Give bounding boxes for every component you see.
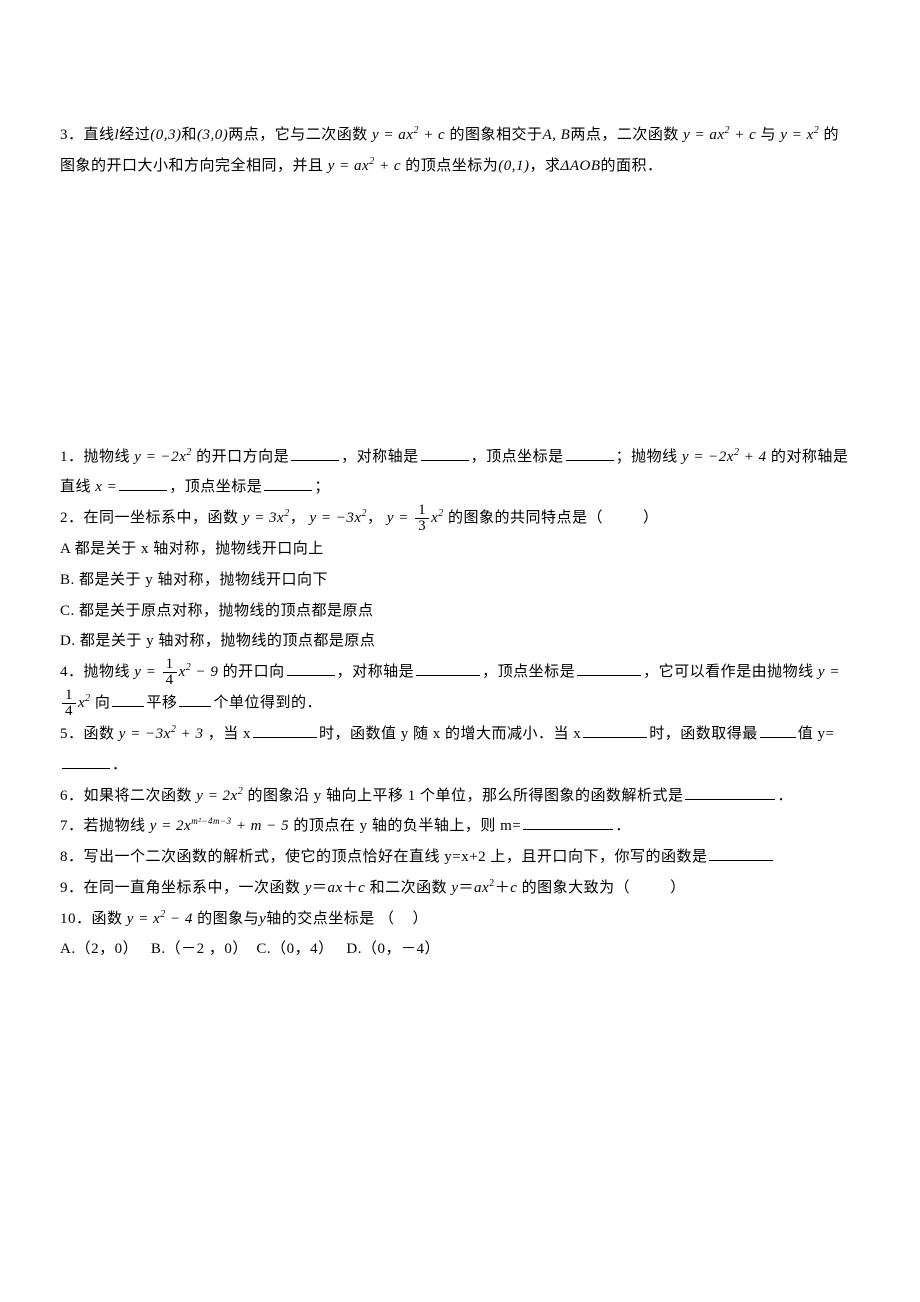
option-d[interactable]: D. 都是关于 y 轴对称，抛物线的顶点都是原点 — [60, 626, 850, 657]
section-gap — [60, 182, 850, 442]
q6-num: 6． — [60, 788, 84, 804]
fraction: 14 — [62, 688, 76, 719]
blank[interactable] — [287, 660, 335, 676]
q10-num: 10． — [60, 911, 92, 927]
eq: y = ax2 + c — [683, 127, 756, 143]
eq: y = ax2 + c — [372, 127, 445, 143]
blank[interactable] — [291, 445, 339, 461]
option-d[interactable]: D.（0，－4） — [346, 941, 440, 957]
q4-num: 4． — [60, 664, 84, 680]
question-1: 1．抛物线 y = −2x2 的开口方向是，对称轴是，顶点坐标是；抛物线 y =… — [60, 442, 850, 504]
q2-num: 2． — [60, 510, 84, 526]
option-b[interactable]: B.（－2 ，0） — [151, 941, 248, 957]
blank[interactable] — [760, 722, 796, 738]
eq: y = ax2 + c — [328, 158, 401, 174]
q8-num: 8． — [60, 849, 84, 865]
option-a[interactable]: A 都是关于 x 轴对称，抛物线开口向上 — [60, 534, 850, 565]
blank[interactable] — [112, 691, 144, 707]
question-9: 9．在同一直角坐标系中，一次函数 y＝ax＋c 和二次函数 y＝ax2＋c 的图… — [60, 873, 850, 904]
blank[interactable] — [583, 722, 647, 738]
question-8: 8．写出一个二次函数的解析式，使它的顶点恰好在直线 y=x+2 上，且开口向下，… — [60, 842, 850, 873]
blank[interactable] — [264, 475, 312, 491]
eq: y = x2 — [780, 127, 819, 143]
question-5: 5．函数 y = −3x2 + 3 ，当 x时，函数值 y 随 x 的增大而减小… — [60, 719, 850, 781]
q7-num: 7． — [60, 818, 84, 834]
blank[interactable] — [566, 445, 614, 461]
q1-num: 1． — [60, 449, 84, 465]
q3-num: 3． — [60, 127, 84, 143]
blank[interactable] — [179, 691, 211, 707]
blank[interactable] — [709, 845, 773, 861]
blank[interactable] — [577, 660, 641, 676]
q10-options: A.（2，0） B.（－2 ，0） C.（0，4） D.（0，－4） — [60, 934, 850, 965]
blank[interactable] — [523, 814, 613, 830]
question-10: 10．函数 y = x2 − 4 的图象与y轴的交点坐标是 （） — [60, 904, 850, 935]
question-6: 6．如果将二次函数 y = 2x2 的图象沿 y 轴向上平移 1 个单位，那么所… — [60, 781, 850, 812]
option-b[interactable]: B. 都是关于 y 轴对称，抛物线开口向下 — [60, 565, 850, 596]
fraction: 13 — [415, 503, 429, 534]
q9-num: 9． — [60, 880, 84, 896]
option-a[interactable]: A.（2，0） — [60, 941, 138, 957]
question-7: 7．若抛物线 y = 2xm²−4m−3 + m − 5 的顶点在 y 轴的负半… — [60, 811, 850, 842]
question-2: 2．在同一坐标系中，函数 y = 3x2， y = −3x2， y = 13x2… — [60, 503, 850, 534]
blank[interactable] — [685, 784, 775, 800]
blank[interactable] — [421, 445, 469, 461]
option-c[interactable]: C.（0，4） — [256, 941, 333, 957]
option-c[interactable]: C. 都是关于原点对称，抛物线的顶点都是原点 — [60, 596, 850, 627]
blank[interactable] — [62, 753, 110, 769]
blank[interactable] — [119, 475, 167, 491]
question-4: 4．抛物线 y = 14x2 − 9 的开口向，对称轴是，顶点坐标是，它可以看作… — [60, 657, 850, 719]
fraction: 14 — [163, 657, 177, 688]
blank[interactable] — [253, 722, 317, 738]
question-3: 3．直线l经过(0,3)和(3,0)两点，它与二次函数 y = ax2 + c … — [60, 120, 850, 182]
q5-num: 5． — [60, 726, 84, 742]
blank[interactable] — [416, 660, 480, 676]
